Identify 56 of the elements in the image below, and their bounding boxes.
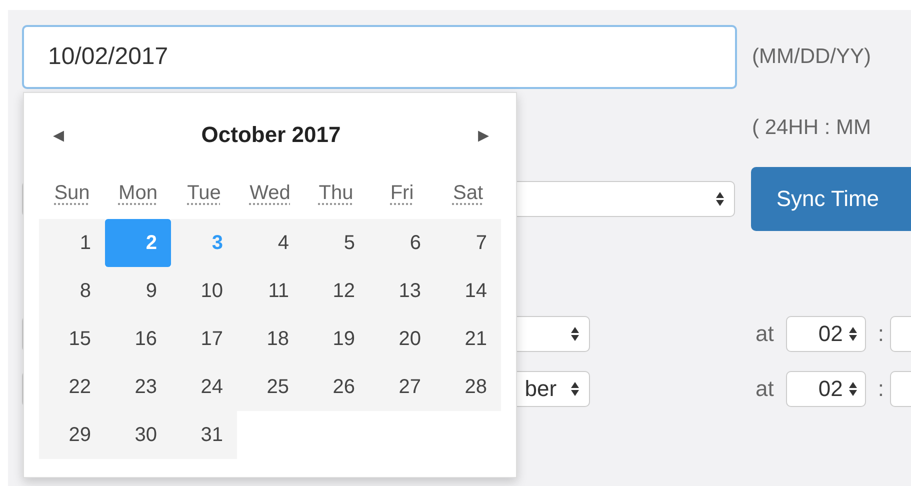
day-cell[interactable]: 25 bbox=[237, 363, 303, 411]
day-cell[interactable]: 28 bbox=[435, 363, 501, 411]
day-cell[interactable]: 14 bbox=[435, 267, 501, 315]
day-cell[interactable]: 1 bbox=[39, 219, 105, 267]
day-cell[interactable]: 24 bbox=[171, 363, 237, 411]
day-cell[interactable]: 6 bbox=[369, 219, 435, 267]
day-cell[interactable]: 11 bbox=[237, 267, 303, 315]
format-hint: (MM/DD/YY) bbox=[752, 45, 871, 69]
day-cell[interactable]: 9 bbox=[105, 267, 171, 315]
previous-month-button[interactable]: ◂ bbox=[53, 122, 64, 148]
weekday-label: Thu bbox=[318, 181, 354, 206]
date-field[interactable]: 10/02/2017 bbox=[22, 25, 737, 89]
updown-icon bbox=[848, 326, 857, 340]
updown-icon bbox=[848, 382, 857, 396]
day-cell[interactable]: 5 bbox=[303, 219, 369, 267]
weekday-label: Sat bbox=[452, 181, 484, 206]
day-cell[interactable]: 20 bbox=[369, 315, 435, 363]
weekday-label: Mon bbox=[118, 181, 158, 206]
updown-icon bbox=[570, 326, 579, 340]
day-cell[interactable]: 29 bbox=[39, 411, 105, 459]
day-cell[interactable]: 17 bbox=[171, 315, 237, 363]
hour-dropdown[interactable]: 02 bbox=[786, 316, 866, 352]
day-cell[interactable]: 31 bbox=[171, 411, 237, 459]
weekday-label: Fri bbox=[389, 181, 415, 206]
time-format-hint: ( 24HH : MM bbox=[752, 116, 872, 140]
at-label: at bbox=[756, 376, 774, 402]
day-cell[interactable]: 26 bbox=[303, 363, 369, 411]
day-cell[interactable]: 22 bbox=[39, 363, 105, 411]
day-cell[interactable]: 8 bbox=[39, 267, 105, 315]
at-label: at bbox=[756, 320, 774, 346]
sync-time-button[interactable]: Sync Time bbox=[751, 167, 911, 231]
weekday-label: Sun bbox=[53, 181, 91, 206]
day-cell[interactable]: 15 bbox=[39, 315, 105, 363]
day-cell[interactable]: 12 bbox=[303, 267, 369, 315]
day-cell[interactable]: 10 bbox=[171, 267, 237, 315]
updown-icon bbox=[716, 192, 724, 206]
day-cell[interactable]: 16 bbox=[105, 315, 171, 363]
day-cell[interactable]: 30 bbox=[105, 411, 171, 459]
day-cell[interactable]: 18 bbox=[237, 315, 303, 363]
day-cell[interactable]: 23 bbox=[105, 363, 171, 411]
minute-dropdown[interactable] bbox=[890, 316, 911, 352]
colon-separator: : bbox=[878, 320, 884, 346]
month-title[interactable]: October 2017 bbox=[201, 122, 341, 148]
day-cell[interactable]: 19 bbox=[303, 315, 369, 363]
day-cell[interactable]: 27 bbox=[369, 363, 435, 411]
day-cell[interactable]: 4 bbox=[237, 219, 303, 267]
updown-icon bbox=[570, 382, 579, 396]
next-month-button[interactable]: ▸ bbox=[478, 122, 489, 148]
colon-separator: : bbox=[878, 376, 884, 402]
hour-dropdown[interactable]: 02 bbox=[786, 370, 866, 406]
weekday-label: Tue bbox=[186, 181, 222, 206]
day-cell[interactable]: 7 bbox=[435, 219, 501, 267]
weekday-label: Wed bbox=[248, 181, 292, 206]
day-cell[interactable]: 13 bbox=[369, 267, 435, 315]
day-cell[interactable]: 21 bbox=[435, 315, 501, 363]
minute-dropdown[interactable] bbox=[890, 370, 911, 406]
